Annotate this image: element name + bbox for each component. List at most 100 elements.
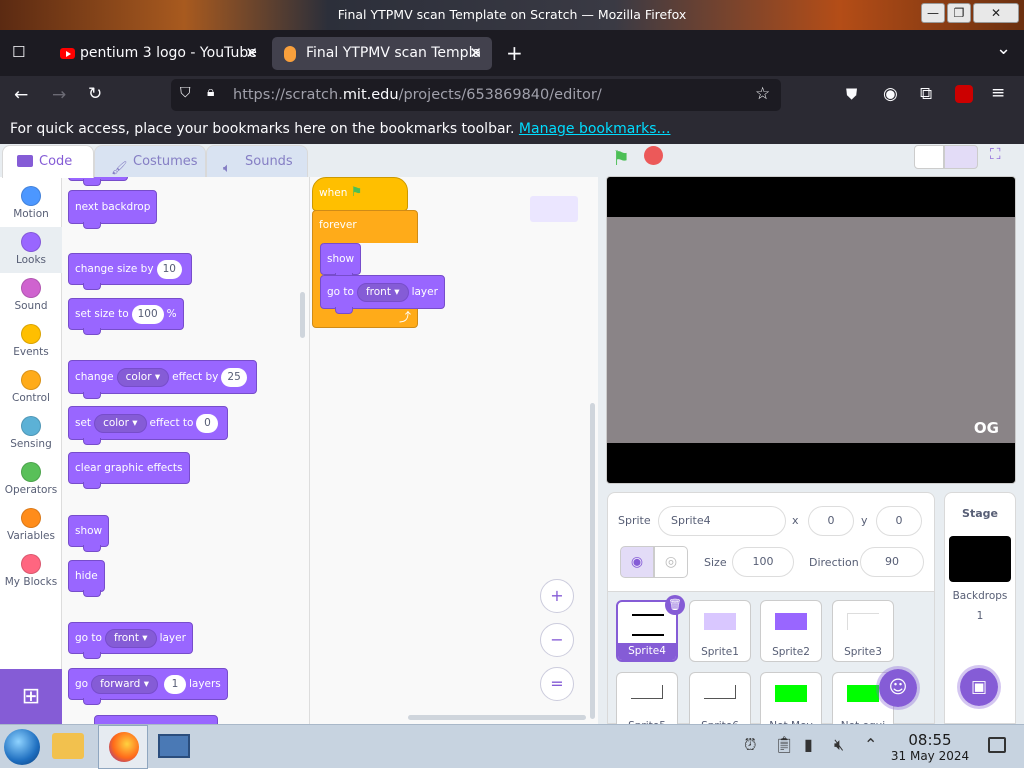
firefox-taskbar-button[interactable] [98,725,148,769]
zoom-reset-button[interactable]: = [540,667,574,701]
sprite-thumb-not-mov[interactable]: Not Mov [760,672,822,732]
file-manager-icon[interactable] [52,733,84,759]
effect-dropdown[interactable]: color [116,368,170,387]
clipboard-icon[interactable]: 📋︎ [774,735,794,754]
tray-expand-icon[interactable]: ⌃ [864,735,877,754]
green-flag-icon[interactable]: ⚑ [612,146,630,170]
menu-icon[interactable]: ≡ [991,83,1005,103]
extensions-icon[interactable]: ⧉ [920,84,932,104]
hide-sprite-button[interactable]: ◎ [654,546,688,578]
maximize-button[interactable]: ❐ [947,3,971,23]
bookmark-star-icon[interactable]: ☆ [755,84,770,104]
sprite-name-input[interactable]: Sprite4 [658,506,786,536]
tab-sounds[interactable]: 🔈︎ Sounds [206,145,308,178]
category-looks[interactable]: Looks [0,227,62,273]
control-panel-icon[interactable] [158,734,190,758]
sprite-thumb-sprite5[interactable]: Sprite5 [616,672,678,732]
battery-icon[interactable]: ▮ [804,735,813,754]
tab-scratch[interactable]: Final YTPMV scan Templa ✕ [272,37,492,70]
direction-dropdown[interactable]: forward [91,675,158,694]
alarm-icon[interactable]: ⏰︎ [744,735,756,755]
delete-sprite-button[interactable]: 🗑︎ [665,595,685,615]
shield-icon[interactable]: ⛉ [180,85,191,101]
stop-icon[interactable] [644,146,663,165]
size-change-input[interactable]: 10 [156,260,182,279]
tab-close-icon[interactable]: ✕ [245,37,258,70]
category-control[interactable]: Control [0,365,62,411]
palette-block-partial[interactable] [94,715,218,724]
small-stage-button[interactable] [914,145,944,169]
block-change-effect[interactable]: changecoloreffect by25 [68,360,257,399]
tab-list-button[interactable]: ⌄ [996,38,1011,59]
category-events[interactable]: Events [0,319,62,365]
size-input[interactable]: 100 [732,547,794,577]
sprite-thumb-sprite1[interactable]: Sprite1 [689,600,751,662]
show-desktop-icon[interactable] [988,737,1006,753]
block-set-size[interactable]: set size to 100% [68,298,184,335]
manage-bookmarks-link[interactable]: Manage bookmarks… [519,121,671,137]
forward-icon[interactable]: → [52,85,66,105]
category-operators[interactable]: Operators [0,457,62,503]
start-button[interactable] [4,729,40,765]
large-stage-button[interactable] [944,145,978,169]
sprite-thumb-sprite2[interactable]: Sprite2 [760,600,822,662]
extension-badge-icon[interactable] [955,85,973,103]
add-sprite-button[interactable]: ☺ [876,666,920,710]
tab-close-icon[interactable]: ✕ [469,37,482,70]
clock[interactable]: 08:55 31 May 2024 [890,731,970,763]
tab-code[interactable]: Code [2,145,94,178]
category-motion[interactable]: Motion [0,181,62,227]
x-input[interactable]: 0 [808,506,854,536]
reload-icon[interactable]: ↻ [88,84,102,104]
category-sensing[interactable]: Sensing [0,411,62,457]
size-set-input[interactable]: 100 [131,305,164,324]
fullscreen-icon[interactable]: ⛶ [990,145,1001,163]
add-extension-button[interactable]: ⊞ [0,669,62,724]
block-hide[interactable]: hide [68,560,105,597]
show-sprite-button[interactable]: ◉ [620,546,654,578]
block-show[interactable]: show [68,515,110,552]
stage-thumbnail[interactable] [949,536,1011,582]
stage-panel[interactable]: Stage Backdrops 1 ▣ [944,492,1016,724]
muted-speaker-icon[interactable]: 🔇︎ [834,735,844,755]
block-change-size[interactable]: change size by 10 [68,253,192,290]
direction-input[interactable]: 90 [860,547,924,577]
effect-to-input[interactable]: 0 [196,414,219,433]
sprite-thumb-sprite6[interactable]: Sprite6 [689,672,751,732]
script-vertical-scrollbar[interactable] [590,403,595,719]
back-icon[interactable]: ← [14,85,28,105]
script-block-show[interactable]: show [320,243,362,280]
tab-youtube[interactable]: pentium 3 logo - YouTube ✕ [46,37,268,70]
stage-canvas[interactable]: OG [606,176,1016,484]
category-variables[interactable]: Variables [0,503,62,549]
effect-dropdown[interactable]: color [94,414,147,433]
layer-dropdown[interactable]: front [356,283,409,302]
effect-by-input[interactable]: 25 [221,368,247,387]
close-window-button[interactable]: ✕ [973,3,1019,23]
block-when-flag-clicked[interactable]: when ⚑ clicked [312,177,408,229]
block-go-to-layer[interactable]: go tofrontlayer [68,622,193,659]
new-tab-button[interactable]: + [506,41,523,65]
account-icon[interactable]: ◉ [883,84,898,104]
block-go-layers[interactable]: goforward 1layers [68,668,228,705]
lock-icon[interactable]: 🔒︎ [207,84,214,100]
script-area[interactable]: when ⚑ clicked forever ⤴ show go tofront… [310,177,598,724]
zoom-out-button[interactable]: − [540,623,574,657]
category-sound[interactable]: Sound [0,273,62,319]
minimize-button[interactable]: — [921,3,945,23]
tab-costumes[interactable]: 🖌︎ Costumes [94,145,206,178]
category-my-blocks[interactable]: My Blocks [0,549,62,595]
script-horizontal-scrollbar[interactable] [408,715,586,720]
tab-overview-icon[interactable]: ☐ [12,43,25,61]
block-set-effect[interactable]: setcoloreffect to0 [68,406,229,445]
layer-dropdown[interactable]: front [104,629,157,648]
layers-input[interactable]: 1 [163,675,186,694]
y-input[interactable]: 0 [876,506,922,536]
palette-scrollbar[interactable] [300,292,305,338]
block-clear-effects[interactable]: clear graphic effects [68,452,190,489]
script-block-go-to-layer[interactable]: go tofrontlayer [320,275,445,314]
add-backdrop-button[interactable]: ▣ [957,665,1001,709]
block-next-backdrop[interactable]: next backdrop [68,190,158,229]
sprite-thumb-sprite3[interactable]: Sprite3 [832,600,894,662]
pocket-icon[interactable]: ⛊ [846,85,857,103]
